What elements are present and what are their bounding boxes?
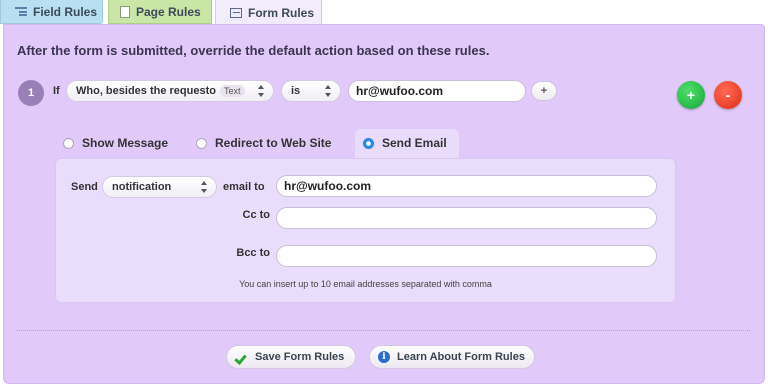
- tab-page-rules-label: Page Rules: [136, 4, 201, 19]
- option-send-email[interactable]: Send Email: [363, 136, 447, 150]
- radio-show-message[interactable]: [63, 137, 74, 149]
- send-label: Send: [71, 181, 98, 193]
- send-type-value: notification: [112, 181, 172, 193]
- rules-heading: After the form is submitted, override th…: [17, 43, 490, 58]
- learn-form-rules-button[interactable]: i Learn About Form Rules: [369, 345, 535, 369]
- tab-form-rules-label: Form Rules: [248, 5, 315, 20]
- email-to-input[interactable]: hr@wufoo.com: [276, 175, 657, 197]
- condition-operator-select[interactable]: is: [281, 80, 341, 102]
- rules-tab-bar: Field Rules Page Rules Form Rules: [0, 0, 768, 25]
- rule-number-badge: 1: [18, 80, 44, 106]
- checkmark-icon: [236, 353, 248, 361]
- tab-field-rules[interactable]: Field Rules: [0, 0, 103, 24]
- condition-field-select[interactable]: Who, besides the requesto Text: [66, 80, 274, 102]
- info-icon: i: [378, 351, 390, 363]
- bcc-input[interactable]: [276, 245, 657, 267]
- remove-rule-button[interactable]: -: [714, 81, 742, 109]
- select-arrows-icon: [201, 181, 208, 193]
- tab-form-rules[interactable]: Form Rules: [215, 0, 322, 25]
- option-show-message-label: Show Message: [82, 136, 169, 150]
- bcc-label: Bcc to: [236, 247, 270, 259]
- condition-value-input[interactable]: hr@wufoo.com: [348, 80, 526, 102]
- cc-label: Cc to: [242, 209, 271, 221]
- add-rule-button[interactable]: +: [677, 81, 705, 109]
- tab-page-rules[interactable]: Page Rules: [108, 0, 212, 24]
- form-icon: [230, 7, 242, 18]
- email-to-label: email to: [223, 181, 265, 193]
- email-hint: You can insert up to 10 email addresses …: [239, 279, 492, 289]
- option-send-email-label: Send Email: [382, 136, 447, 150]
- if-label: If: [53, 85, 60, 97]
- page-icon: [120, 5, 130, 18]
- tab-field-rules-label: Field Rules: [33, 4, 98, 19]
- condition-operator-value: is: [291, 85, 301, 97]
- cc-input[interactable]: [276, 207, 657, 229]
- option-show-message[interactable]: Show Message: [63, 136, 168, 150]
- save-form-rules-button[interactable]: Save Form Rules: [226, 345, 356, 369]
- field-type-badge: Text: [220, 85, 245, 97]
- send-type-select[interactable]: notification: [102, 176, 217, 198]
- option-redirect[interactable]: Redirect to Web Site: [196, 136, 331, 150]
- divider: [17, 330, 750, 331]
- field-rules-icon: [15, 6, 27, 17]
- select-arrows-icon: [325, 85, 332, 97]
- radio-redirect[interactable]: [196, 137, 207, 149]
- add-condition-button[interactable]: +: [531, 81, 557, 101]
- save-form-rules-label: Save Form Rules: [255, 351, 345, 363]
- radio-send-email[interactable]: [363, 137, 374, 149]
- option-redirect-label: Redirect to Web Site: [215, 136, 332, 150]
- learn-form-rules-label: Learn About Form Rules: [397, 351, 525, 363]
- select-arrows-icon: [258, 85, 265, 97]
- condition-field-value: Who, besides the requesto: [76, 85, 216, 97]
